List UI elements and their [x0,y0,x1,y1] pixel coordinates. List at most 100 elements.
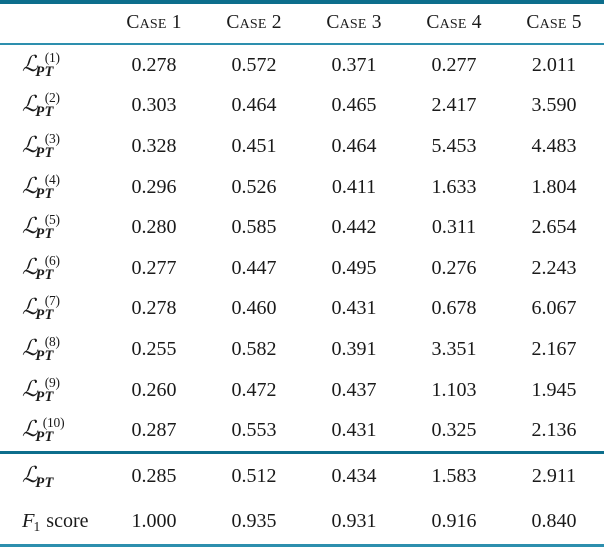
data-cell: 0.464 [331,134,377,157]
table-summary-body: ℒPT 0.285 0.512 0.434 1.583 2.911 F1 score 1.000… [0,454,604,544]
data-cell: 2.417 [431,94,477,117]
loss-subscript: PT [35,307,54,324]
data-cell: 0.371 [331,53,377,76]
table-row: F1 score 1.000 0.935 0.931 0.916 0.840 [0,499,604,544]
loss-subscript: PT [35,388,54,405]
loss-symbol-label: ℒPT(10) [22,416,77,445]
f1-symbol: F [22,509,35,532]
loss-symbol-label: ℒPT [22,464,56,490]
f1-score-label: F1 score [22,509,88,534]
data-cell: 0.465 [331,94,377,117]
data-cell: 0.582 [231,337,277,360]
column-header-case-5: Case 5 [526,12,582,33]
loss-symbol-label: ℒPT(6) [22,254,71,283]
footer-body [0,543,604,547]
data-cell: 3.351 [431,337,477,360]
loss-superscript: (9) [44,374,60,390]
data-cell: 0.553 [231,419,277,442]
loss-symbol-label: ℒPT(5) [22,213,71,242]
loss-symbol-label: ℒPT(8) [22,335,71,364]
table-row: ℒPT(4) 0.296 0.526 0.411 1.633 1.804 [0,167,604,208]
data-cell: 0.840 [531,509,577,532]
loss-subscript: PT [35,429,54,446]
column-header-row: Case 1 Case 2 Case 3 Case 4 Case 5 [0,4,604,43]
data-cell: 0.277 [131,256,177,279]
data-cell: 0.931 [331,509,377,532]
table-body: ℒPT(1) 0.278 0.572 0.371 0.277 2.011 ℒPT(2) 0.3… [0,45,604,451]
data-cell: 6.067 [531,297,577,320]
loss-symbol-label: ℒPT(9) [22,375,71,404]
loss-superscript: (5) [44,212,60,228]
loss-subscript: PT [35,104,54,121]
column-header-case-4: Case 4 [426,12,482,33]
loss-symbol-label: ℒPT(1) [22,51,71,80]
table-header: Case 1 Case 2 Case 3 Case 4 Case 5 [0,0,604,45]
data-cell: 0.472 [231,378,277,401]
data-cell: 2.911 [531,464,577,487]
data-cell: 0.678 [431,297,477,320]
data-cell: 0.437 [331,378,377,401]
row-label-cell: F1 score [0,499,104,544]
row-label-cell: ℒPT(2) [0,86,104,127]
column-header-case-2: Case 2 [226,12,282,33]
row-label-cell: ℒPT(4) [0,167,104,208]
data-cell: 0.447 [231,256,277,279]
data-cell: 0.311 [431,216,477,239]
bottom-rule-row [0,543,604,547]
data-cell: 4.483 [531,134,577,157]
data-cell: 1.103 [431,378,477,401]
data-cell: 0.451 [231,134,277,157]
data-cell: 2.654 [531,216,577,239]
data-cell: 0.255 [131,337,177,360]
column-header-case-1: Case 1 [126,12,182,33]
data-cell: 0.260 [131,378,177,401]
loss-superscript: (8) [44,333,60,349]
data-cell: 0.512 [231,464,277,487]
table-row: ℒPT(1) 0.278 0.572 0.371 0.277 2.011 [0,45,604,86]
table-row: ℒPT(8) 0.255 0.582 0.391 3.351 2.167 [0,329,604,370]
data-cell: 0.296 [131,175,177,198]
row-label-cell: ℒPT(10) [0,410,104,451]
data-cell: 0.276 [431,256,477,279]
data-cell: 2.011 [531,53,577,76]
data-cell: 0.916 [431,509,477,532]
data-cell: 0.280 [131,216,177,239]
loss-subscript: PT [35,266,54,283]
data-cell: 1.583 [431,464,477,487]
row-label-cell: ℒPT(7) [0,289,104,330]
loss-superscript: (7) [44,293,60,309]
table-row: ℒPT(5) 0.280 0.585 0.442 0.311 2.654 [0,207,604,248]
table-row: ℒPT(7) 0.278 0.460 0.431 0.678 6.067 [0,289,604,330]
bottom-rule [0,543,604,547]
table-row: ℒPT(2) 0.303 0.464 0.465 2.417 3.590 [0,86,604,127]
data-cell: 0.442 [331,216,377,239]
data-cell: 1.804 [531,175,577,198]
data-cell: 0.277 [431,53,477,76]
loss-superscript: (4) [44,171,60,187]
data-cell: 0.460 [231,297,277,320]
row-label-cell: ℒPT(8) [0,329,104,370]
bottom-rule-cell [0,543,604,547]
table-row: ℒPT(10) 0.287 0.553 0.431 0.325 2.136 [0,410,604,451]
loss-superscript: (1) [44,49,60,65]
results-table-container: Case 1 Case 2 Case 3 Case 4 Case 5 ℒPT(1… [0,0,604,547]
data-cell: 0.431 [331,297,377,320]
data-cell: 2.136 [531,419,577,442]
data-cell: 0.434 [331,464,377,487]
row-label-cell: ℒPT(9) [0,370,104,411]
table-row: ℒPT(6) 0.277 0.447 0.495 0.276 2.243 [0,248,604,289]
row-label-cell: ℒPT(6) [0,248,104,289]
loss-subscript: PT [35,226,54,243]
loss-subscript: PT [35,347,54,364]
data-cell: 0.328 [131,134,177,157]
table-row: ℒPT 0.285 0.512 0.434 1.583 2.911 [0,454,604,499]
row-label-cell: ℒPT [0,454,104,499]
column-header-case-3: Case 3 [326,12,382,33]
loss-superscript: (2) [44,90,60,106]
header-corner-cell [0,4,104,43]
data-cell: 0.303 [131,94,177,117]
data-cell: 0.287 [131,419,177,442]
loss-subscript: PT [35,63,54,80]
data-cell: 0.391 [331,337,377,360]
row-label-cell: ℒPT(3) [0,126,104,167]
